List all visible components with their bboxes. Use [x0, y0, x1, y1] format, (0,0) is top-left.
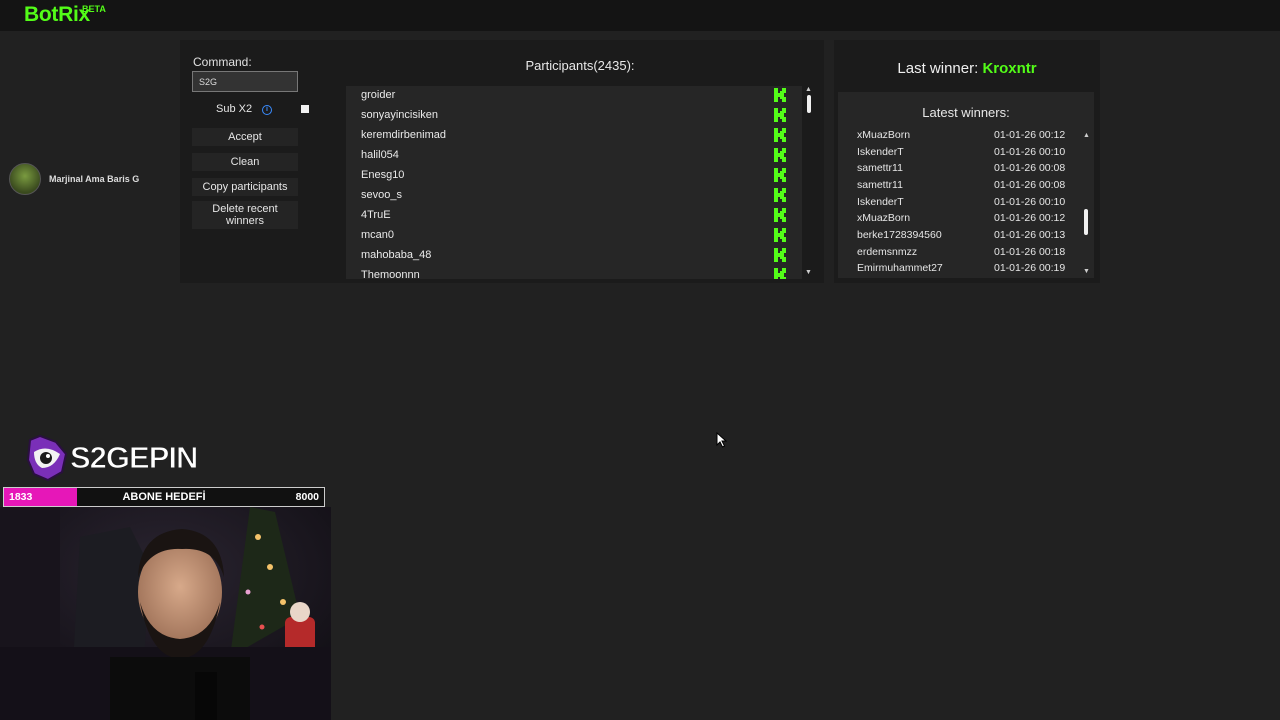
- scroll-down-icon[interactable]: ▼: [805, 269, 812, 276]
- winner-date: 01-01-26 00:08: [994, 179, 1066, 191]
- latest-winners-title: Latest winners:: [922, 105, 1010, 120]
- winner-name: IskenderT: [857, 196, 904, 208]
- last-winner-heading: Last winner: Kroxntr: [834, 60, 1100, 77]
- participant-name: sevoo_s: [361, 189, 402, 201]
- participant-name: groider: [361, 89, 396, 101]
- participants-scrollbar[interactable]: ▲ ▼: [804, 86, 814, 279]
- winner-name: berke1728394560: [857, 229, 942, 241]
- user-name: Marjinal Ama Baris G: [49, 174, 140, 184]
- command-input[interactable]: [192, 71, 298, 92]
- last-winner-label: Last winner:: [897, 60, 979, 77]
- accept-button[interactable]: Accept: [192, 128, 298, 146]
- participants-title: Participants(2435):: [525, 58, 635, 73]
- winner-row: Emirmuhammet27 01-01-26 00:19: [857, 262, 1067, 278]
- goal-target: 8000: [295, 491, 319, 503]
- avatar: [9, 163, 41, 195]
- winner-name: erdemsnmzz: [857, 246, 918, 258]
- winner-date: 01-01-26 00:10: [994, 196, 1066, 208]
- list-item[interactable]: mahobaba_48: [346, 246, 802, 266]
- kick-icon: [774, 128, 786, 142]
- list-item[interactable]: sevoo_s: [346, 186, 802, 206]
- top-bar: BotRix BETA: [0, 0, 1280, 31]
- kick-icon: [774, 168, 786, 182]
- list-item[interactable]: sonyayincisiken: [346, 106, 802, 126]
- winners-scrollbar[interactable]: ▲ ▼: [1082, 132, 1092, 276]
- winner-date: 01-01-26 00:19: [994, 262, 1066, 274]
- webcam-feed: [0, 507, 331, 720]
- winner-name: IskenderT: [857, 146, 904, 158]
- kick-icon: [774, 248, 786, 262]
- winner-name: xMuazBorn: [857, 212, 911, 224]
- kick-icon: [774, 148, 786, 162]
- winner-row: berke1728394560 01-01-26 00:13: [857, 229, 1067, 245]
- list-item[interactable]: halil054: [346, 146, 802, 166]
- participant-name: 4TruE: [361, 209, 391, 221]
- winner-row: IskenderT 01-01-26 00:10: [857, 146, 1067, 162]
- subscriber-goal-bar: 1833 ABONE HEDEFİ 8000: [3, 487, 325, 507]
- stream-brand: S2GEPIN: [26, 434, 199, 482]
- owl-logo-icon: [26, 434, 68, 482]
- info-icon[interactable]: i: [262, 105, 272, 115]
- winner-name: xMuazBorn: [857, 129, 911, 141]
- command-label: Command:: [193, 55, 252, 69]
- kick-icon: [774, 108, 786, 122]
- winner-row: samettr11 01-01-26 00:08: [857, 179, 1067, 195]
- winner-name: samettr11: [857, 162, 903, 174]
- scroll-up-icon[interactable]: ▲: [1083, 132, 1090, 139]
- participant-name: halil054: [361, 149, 399, 161]
- brand-text: S2GEPIN: [69, 440, 198, 476]
- mouse-pointer-icon: [716, 432, 728, 448]
- list-item[interactable]: groider: [346, 86, 802, 106]
- list-item[interactable]: keremdirbenimad: [346, 126, 802, 146]
- participant-name: keremdirbenimad: [361, 129, 446, 141]
- beta-badge: BETA: [82, 4, 106, 14]
- giveaway-panel: Command: Sub X2 i Accept Clean Copy part…: [180, 40, 824, 283]
- goal-title: ABONE HEDEFİ: [122, 491, 206, 503]
- winners-panel: Last winner: Kroxntr Latest winners: xMu…: [834, 40, 1100, 283]
- kick-icon: [774, 88, 786, 102]
- kick-icon: [774, 228, 786, 242]
- copy-participants-button[interactable]: Copy participants: [192, 178, 298, 196]
- scroll-down-icon[interactable]: ▼: [1083, 268, 1090, 275]
- winner-date: 01-01-26 00:12: [994, 212, 1066, 224]
- botrix-logo[interactable]: BotRix: [24, 3, 90, 27]
- winner-row: xMuazBorn 01-01-26 00:12: [857, 129, 1067, 145]
- list-item[interactable]: mcan0: [346, 226, 802, 246]
- winner-date: 01-01-26 00:08: [994, 162, 1066, 174]
- sub-x2-label: Sub X2: [216, 103, 253, 115]
- winner-date: 01-01-26 00:12: [994, 129, 1066, 141]
- scroll-up-icon[interactable]: ▲: [805, 86, 812, 93]
- list-item[interactable]: Enesg10: [346, 166, 802, 186]
- participant-name: mahobaba_48: [361, 249, 432, 261]
- winner-date: 01-01-26 00:10: [994, 146, 1066, 158]
- scrollbar-thumb[interactable]: [807, 95, 811, 113]
- last-winner-name: Kroxntr: [982, 60, 1037, 77]
- delete-recent-winners-button[interactable]: Delete recent winners: [192, 201, 298, 229]
- winner-row: samettr11 01-01-26 00:08: [857, 162, 1067, 178]
- kick-icon: [774, 188, 786, 202]
- scrollbar-thumb[interactable]: [1084, 209, 1088, 235]
- clean-button[interactable]: Clean: [192, 153, 298, 171]
- winner-row: xMuazBorn 01-01-26 00:12: [857, 212, 1067, 228]
- winner-date: 01-01-26 00:13: [994, 229, 1066, 241]
- winner-name: Emirmuhammet27: [857, 262, 943, 274]
- participant-name: sonyayincisiken: [361, 109, 439, 121]
- winner-row: IskenderT 01-01-26 00:10: [857, 196, 1067, 212]
- user-profile[interactable]: Marjinal Ama Baris G: [9, 163, 139, 195]
- winner-row: erdemsnmzz 01-01-26 00:18: [857, 246, 1067, 262]
- kick-icon: [774, 208, 786, 222]
- winner-name: samettr11: [857, 179, 903, 191]
- participant-name: Enesg10: [361, 169, 405, 181]
- participant-name: Themoonnn: [361, 269, 420, 279]
- participants-list: groider sonyayincisiken keremdirbenimad …: [346, 86, 802, 279]
- latest-winners-box: Latest winners: xMuazBorn 01-01-26 00:12 …: [838, 92, 1094, 278]
- winner-date: 01-01-26 00:18: [994, 246, 1066, 258]
- participant-name: mcan0: [361, 229, 395, 241]
- sub-x2-checkbox[interactable]: [301, 105, 309, 113]
- list-item[interactable]: Themoonnn: [346, 266, 802, 279]
- list-item[interactable]: 4TruE: [346, 206, 802, 226]
- kick-icon: [774, 268, 786, 279]
